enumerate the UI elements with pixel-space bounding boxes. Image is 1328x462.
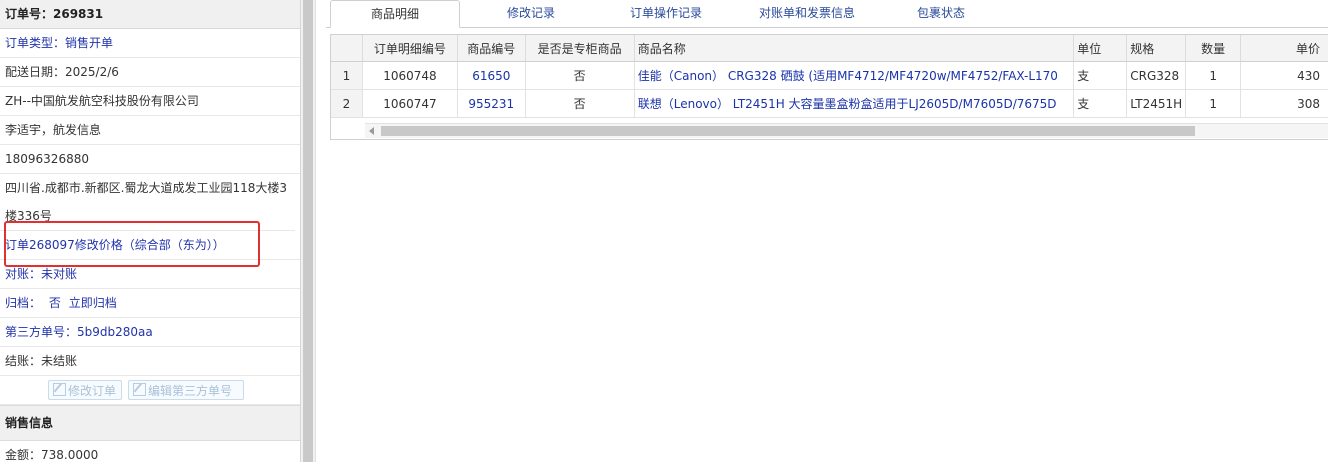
tab-statement-invoice[interactable]: 对账单和发票信息 (732, 0, 882, 27)
tab-change-log[interactable]: 修改记录 (466, 0, 596, 27)
company-name: ZH--中国航发航空科技股份有限公司 (0, 87, 300, 116)
phone-number: 18096326880 (0, 145, 300, 174)
tab-package-status[interactable]: 包裹状态 (886, 0, 996, 27)
col-header[interactable]: 单位 (1073, 35, 1128, 62)
col-header[interactable]: 数量 (1185, 35, 1242, 62)
counter-flag: 否 (525, 89, 635, 118)
archive-row: 归档： 否 立即归档 (0, 289, 300, 318)
spec: LT2451H (1126, 89, 1187, 118)
order-number: 订单号：269831 (0, 0, 300, 29)
price-change-link[interactable]: 订单268097修改价格（综合部（东为）） (0, 231, 300, 260)
unit-price: 308 (1240, 89, 1328, 118)
archive-value: 否 (48, 296, 61, 310)
col-header[interactable]: 单价 (1240, 35, 1328, 62)
goods-number-link[interactable]: 61650 (457, 61, 526, 90)
counter-flag: 否 (525, 61, 635, 90)
settle-status: 结账：未结账 (0, 347, 300, 376)
scrollbar-thumb[interactable] (303, 0, 313, 462)
grid-horizontal-scrollbar[interactable] (365, 123, 1328, 138)
goods-name-link[interactable]: 联想（Lenovo） LT2451H 大容量墨盒粉盒适用于LJ2605D/M76… (634, 89, 1075, 118)
quantity: 1 (1185, 89, 1242, 118)
row-number: 2 (331, 89, 363, 118)
col-header[interactable]: 订单明细编号 (362, 35, 459, 62)
archive-label: 归档： (5, 296, 42, 310)
grid-header-row: 订单明细编号 商品编号 是否是专柜商品 商品名称 单位 规格 数量 单价 (331, 35, 1328, 62)
scrollbar-thumb[interactable] (381, 126, 1195, 136)
edit-order-label: 修改订单 (68, 384, 117, 398)
amount: 金额：738.0000 (0, 441, 300, 462)
unit: 支 (1073, 89, 1128, 118)
unit: 支 (1073, 61, 1128, 90)
left-panel-scrollbar[interactable] (301, 0, 316, 462)
detail-number: 1060748 (362, 61, 459, 90)
contact-person: 李适宇，航发信息 (0, 116, 300, 145)
address: 四川省.成都市.新都区.蜀龙大道成发工业园118大楼3楼336号 (0, 174, 295, 231)
row-number: 1 (331, 61, 363, 90)
edit-icon (53, 383, 66, 396)
tab-operation-log[interactable]: 订单操作记录 (601, 0, 731, 27)
sales-info-heading: 销售信息 (0, 405, 300, 441)
order-info-panel: 订单号：269831 订单类型：销售开单 配送日期：2025/2/6 ZH--中… (0, 0, 301, 462)
action-bar: 修改订单 编辑第三方单号 (0, 376, 300, 405)
table-row[interactable]: 2 1060747 955231 否 联想（Lenovo） LT2451H 大容… (331, 89, 1328, 118)
tab-bar: 商品明细 修改记录 订单操作记录 对账单和发票信息 包裹状态 (326, 0, 1328, 28)
goods-number-link[interactable]: 955231 (457, 89, 526, 118)
order-type: 订单类型：销售开单 (0, 29, 300, 58)
col-header[interactable]: 商品编号 (457, 35, 526, 62)
edit-third-party-label: 编辑第三方单号 (148, 384, 233, 398)
unit-price: 430 (1240, 61, 1328, 90)
reconcile-status: 对账：未对账 (0, 260, 300, 289)
spec: CRG328 (1126, 61, 1187, 90)
goods-detail-grid: 订单明细编号 商品编号 是否是专柜商品 商品名称 单位 规格 数量 单价 1 1… (330, 34, 1328, 140)
edit-order-button[interactable]: 修改订单 (48, 380, 122, 400)
goods-name-link[interactable]: 佳能（Canon） CRG328 硒鼓 (适用MF4712/MF4720w/MF… (634, 61, 1075, 90)
scroll-left-icon[interactable] (369, 127, 374, 135)
col-header[interactable]: 规格 (1126, 35, 1187, 62)
archive-now-link[interactable]: 立即归档 (69, 296, 117, 310)
edit-third-party-button[interactable]: 编辑第三方单号 (128, 380, 244, 400)
col-header[interactable]: 商品名称 (634, 35, 1075, 62)
table-row[interactable]: 1 1060748 61650 否 佳能（Canon） CRG328 硒鼓 (适… (331, 61, 1328, 90)
detail-number: 1060747 (362, 89, 459, 118)
delivery-date: 配送日期：2025/2/6 (0, 58, 300, 87)
edit-icon (133, 383, 146, 396)
col-header[interactable]: 是否是专柜商品 (525, 35, 635, 62)
tab-goods-detail[interactable]: 商品明细 (330, 0, 460, 28)
third-party-number: 第三方单号：5b9db280aa (0, 318, 300, 347)
quantity: 1 (1185, 61, 1242, 90)
row-number-header (331, 35, 363, 62)
